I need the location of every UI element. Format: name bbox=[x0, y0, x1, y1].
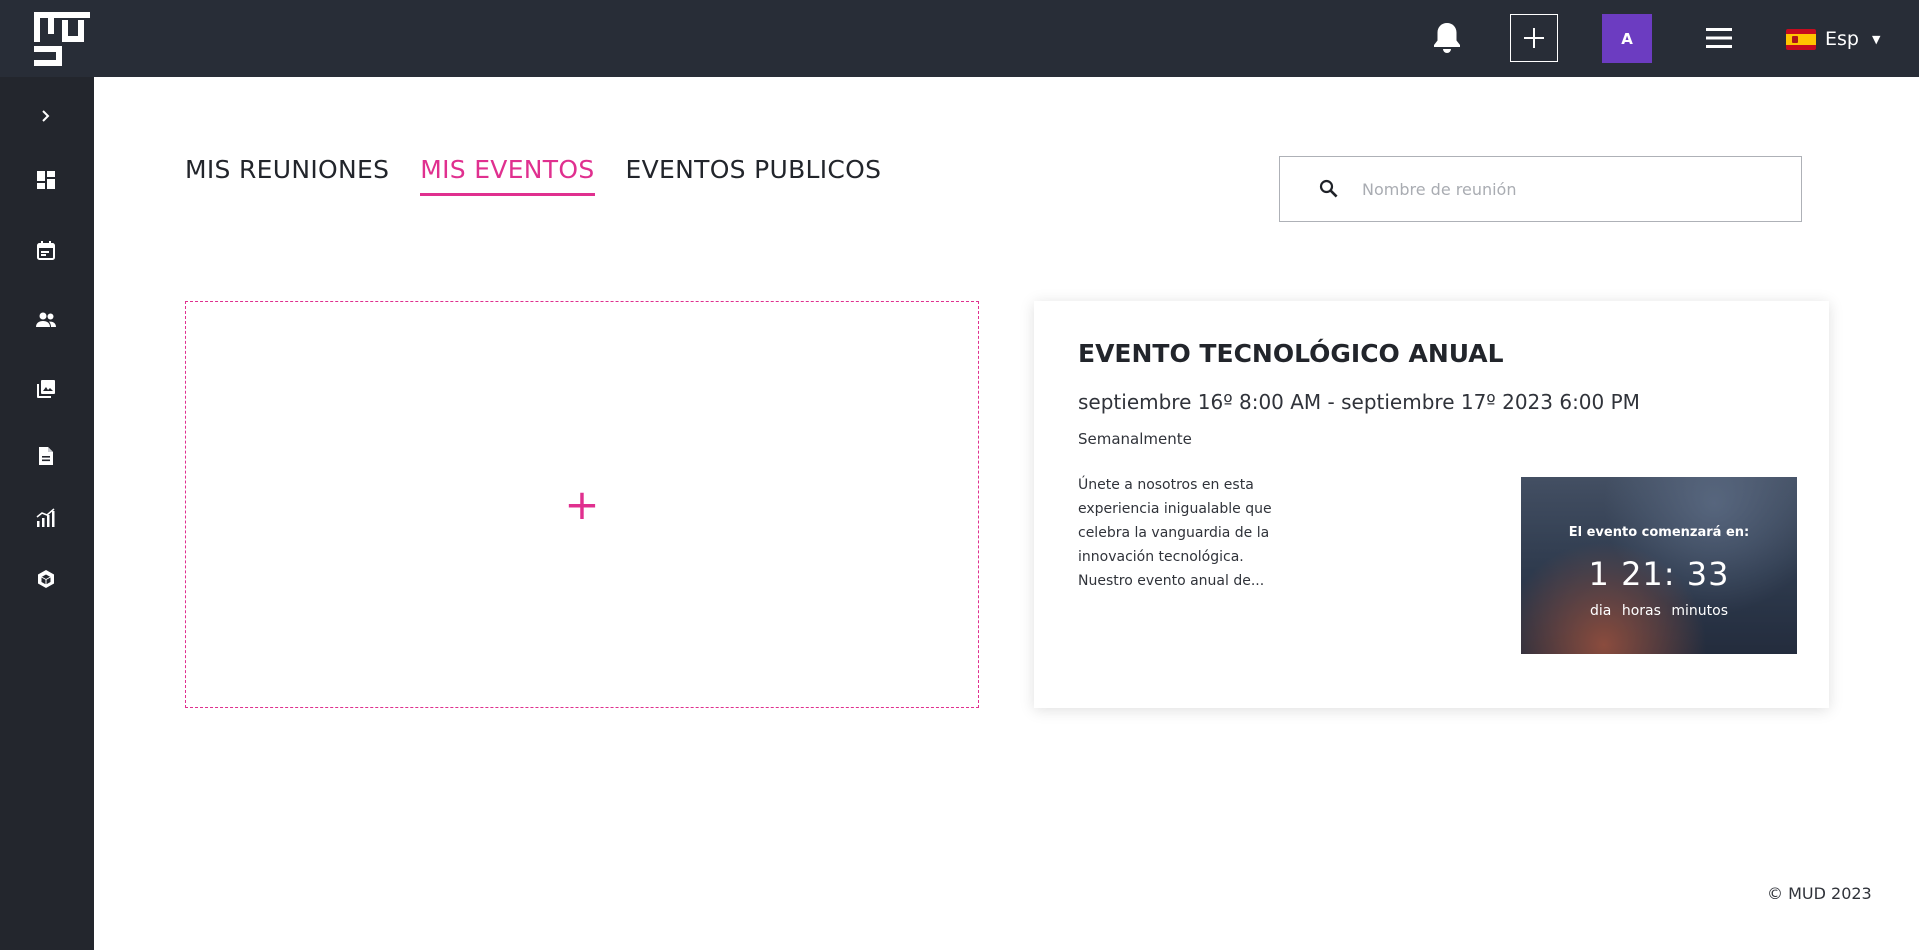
sidebar bbox=[0, 77, 94, 950]
cube-icon bbox=[38, 570, 54, 588]
language-selector[interactable]: Esp ▼ bbox=[1786, 24, 1880, 54]
sidebar-item-dashboard[interactable] bbox=[31, 165, 61, 195]
document-icon bbox=[39, 447, 53, 465]
tab-mis-reuniones[interactable]: MIS REUNIONES bbox=[185, 155, 389, 196]
countdown-unit-day: dia bbox=[1590, 603, 1612, 619]
tab-mis-eventos[interactable]: MIS EVENTOS bbox=[420, 155, 595, 196]
search-input[interactable] bbox=[1362, 179, 1782, 199]
plus-icon bbox=[1524, 28, 1544, 48]
add-event-plus-icon: + bbox=[564, 479, 600, 529]
language-label: Esp bbox=[1825, 28, 1859, 50]
sidebar-item-gallery[interactable] bbox=[31, 374, 61, 404]
gallery-icon bbox=[37, 380, 55, 398]
sidebar-expand-button[interactable] bbox=[31, 101, 61, 131]
event-dates: septiembre 16º 8:00 AM - septiembre 17º … bbox=[1078, 390, 1640, 414]
bell-icon[interactable] bbox=[1432, 20, 1462, 56]
sidebar-item-documents[interactable] bbox=[31, 441, 61, 471]
sidebar-item-users[interactable] bbox=[31, 305, 61, 335]
event-frequency: Semanalmente bbox=[1078, 430, 1192, 448]
calendar-icon bbox=[37, 241, 55, 260]
event-title: EVENTO TECNOLÓGICO ANUAL bbox=[1078, 339, 1504, 368]
sidebar-item-calendar[interactable] bbox=[31, 235, 61, 265]
user-avatar[interactable]: A bbox=[1602, 14, 1652, 63]
sidebar-item-analytics[interactable] bbox=[31, 503, 61, 533]
caret-down-icon: ▼ bbox=[1871, 32, 1881, 46]
dashboard-icon bbox=[37, 171, 55, 189]
event-tabs: MIS REUNIONES MIS EVENTOS EVENTOS PUBLIC… bbox=[185, 155, 881, 196]
countdown-numbers: 1 21: 33 bbox=[1588, 555, 1730, 593]
hamburger-icon[interactable] bbox=[1704, 26, 1734, 50]
search-box bbox=[1279, 156, 1802, 222]
add-button[interactable] bbox=[1510, 14, 1558, 62]
tab-eventos-publicos[interactable]: EVENTOS PUBLICOS bbox=[626, 155, 882, 196]
users-icon bbox=[36, 312, 56, 327]
add-event-card[interactable]: + bbox=[185, 301, 979, 708]
top-bar: A Esp ▼ bbox=[0, 0, 1919, 77]
analytics-icon bbox=[36, 508, 55, 527]
search-icon bbox=[1319, 179, 1338, 198]
footer-copyright: © MUD 2023 bbox=[1767, 884, 1872, 903]
event-card[interactable]: EVENTO TECNOLÓGICO ANUAL septiembre 16º … bbox=[1034, 301, 1829, 708]
event-thumbnail: El evento comenzará en: 1 21: 33 dia hor… bbox=[1521, 477, 1797, 654]
countdown-unit-minutes: minutos bbox=[1671, 603, 1728, 619]
event-description: Únete a nosotros en esta experiencia ini… bbox=[1078, 477, 1272, 589]
countdown-unit-hours: horas bbox=[1621, 603, 1661, 619]
spain-flag-icon bbox=[1786, 28, 1816, 50]
countdown-units: dia horas minutos bbox=[1521, 603, 1797, 619]
mud-logo[interactable] bbox=[32, 10, 92, 68]
countdown-label: El evento comenzará en: bbox=[1568, 525, 1750, 540]
sidebar-item-3d[interactable] bbox=[31, 564, 61, 594]
chevron-right-icon bbox=[42, 110, 50, 122]
